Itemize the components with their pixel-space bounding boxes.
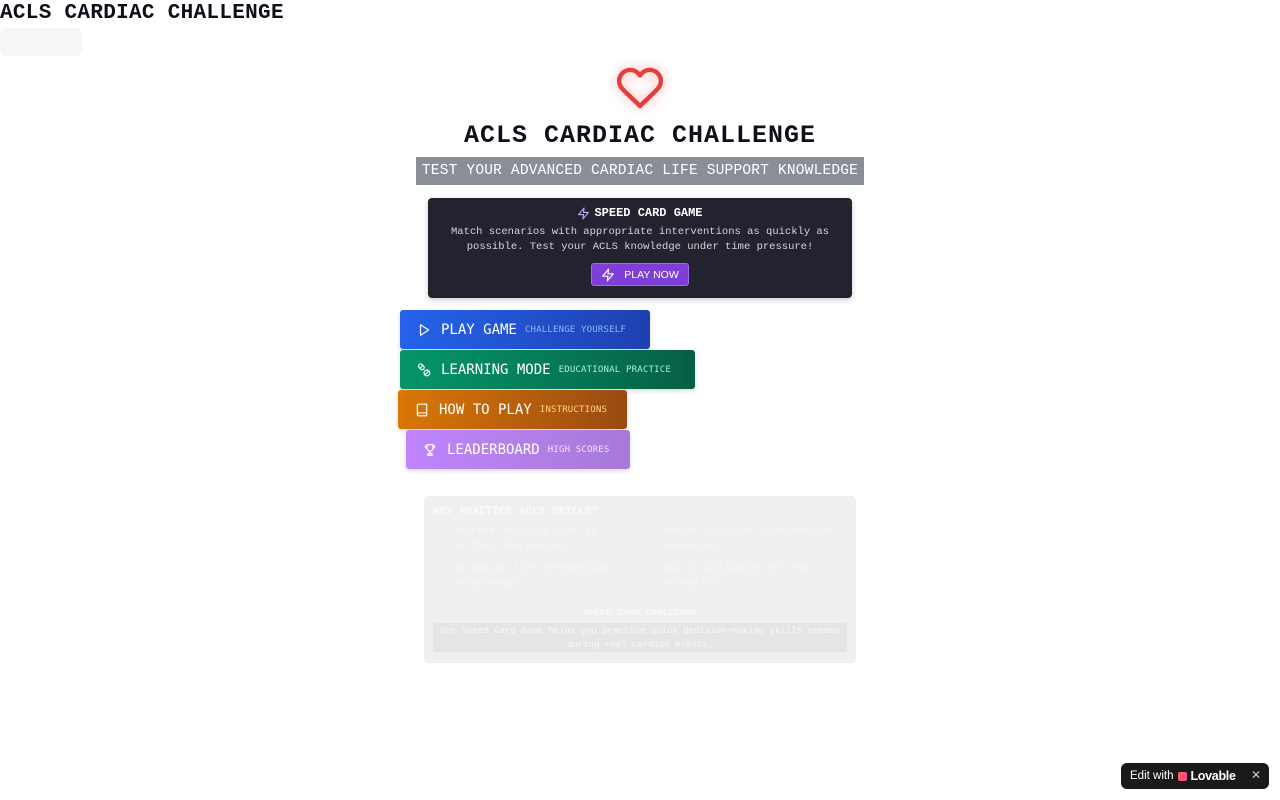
check-icon: ✓: [436, 564, 443, 575]
speed-challenge-heading: SPEED CARD CHALLENGE: [582, 607, 698, 618]
pills-icon: [417, 362, 431, 376]
play-game-label: PLAY GAME: [441, 321, 517, 338]
speed-challenge-text: Our Speed Card Game helps you practice q…: [433, 623, 847, 652]
why-item: ✓ Build confidence for real scenarios: [647, 562, 854, 592]
trophy-icon: [424, 443, 436, 456]
page-subtitle: TEST YOUR ADVANCED CARDIAC LIFE SUPPORT …: [416, 157, 864, 185]
page-title: ACLS CARDIAC CHALLENGE: [463, 121, 817, 150]
learning-mode-label: LEARNING MODE: [441, 361, 551, 378]
lightning-icon: [578, 207, 590, 219]
leaderboard-button[interactable]: LEADERBOARD HIGH SCORES: [406, 430, 630, 469]
play-game-button[interactable]: PLAY GAME CHALLENGE YOURSELF: [400, 310, 650, 349]
heart-icon: [616, 67, 663, 109]
app-title: ACLS CARDIAC CHALLENGE: [0, 2, 284, 25]
learning-mode-sublabel: EDUCATIONAL PRACTICE: [558, 364, 671, 375]
check-icon: ✓: [647, 564, 654, 575]
edit-with-lovable-badge[interactable]: Edit with Lovable ✕: [1121, 763, 1269, 789]
check-icon: ✓: [436, 526, 443, 537]
why-item-text: Master critical intervention sequences: [664, 526, 833, 552]
lovable-brand: Lovable: [1190, 769, 1236, 783]
how-to-play-label: HOW TO PLAY: [439, 401, 532, 418]
leaderboard-sublabel: HIGH SCORES: [547, 444, 610, 455]
why-item-text: Improve reaction time in cardiac emergen…: [453, 526, 598, 552]
ghost-button[interactable]: [0, 28, 82, 56]
speed-card-title: SPEED CARD GAME: [594, 206, 703, 220]
why-item: ✓ Recognize life-threatening arrhythmias: [436, 562, 643, 592]
book-icon: [416, 403, 428, 416]
play-now-label: PLAY NOW: [624, 268, 679, 281]
learning-mode-button[interactable]: LEARNING MODE EDUCATIONAL PRACTICE: [400, 350, 695, 389]
play-now-button[interactable]: PLAY NOW: [591, 263, 689, 286]
how-to-play-button[interactable]: HOW TO PLAY INSTRUCTIONS: [398, 390, 627, 429]
check-icon: ✓: [647, 526, 654, 537]
how-to-play-sublabel: INSTRUCTIONS: [539, 404, 608, 415]
lightning-icon: [602, 268, 615, 281]
play-icon: [419, 323, 430, 336]
why-item-text: Build confidence for real scenarios: [664, 564, 815, 590]
leaderboard-label: LEADERBOARD: [447, 441, 540, 458]
why-practice-title: WHY PRACTICE ACLS SKILLS?: [433, 506, 599, 518]
speed-card-panel: SPEED CARD GAME Match scenarios with app…: [428, 198, 852, 298]
why-item: ✓ Improve reaction time in cardiac emerg…: [436, 524, 643, 554]
edit-with-label: Edit with: [1130, 770, 1174, 782]
speed-card-description: Match scenarios with appropriate interve…: [450, 226, 830, 253]
speed-card-header: SPEED CARD GAME: [428, 206, 852, 220]
why-item-text: Recognize life-threatening arrhythmias: [453, 564, 610, 590]
why-practice-panel: WHY PRACTICE ACLS SKILLS? ✓ Improve reac…: [424, 496, 856, 663]
close-icon[interactable]: ✕: [1251, 768, 1261, 782]
why-item: ✓ Master critical intervention sequences: [647, 524, 854, 554]
lovable-logo-icon: [1178, 771, 1188, 781]
play-game-sublabel: CHALLENGE YOURSELF: [524, 324, 626, 335]
